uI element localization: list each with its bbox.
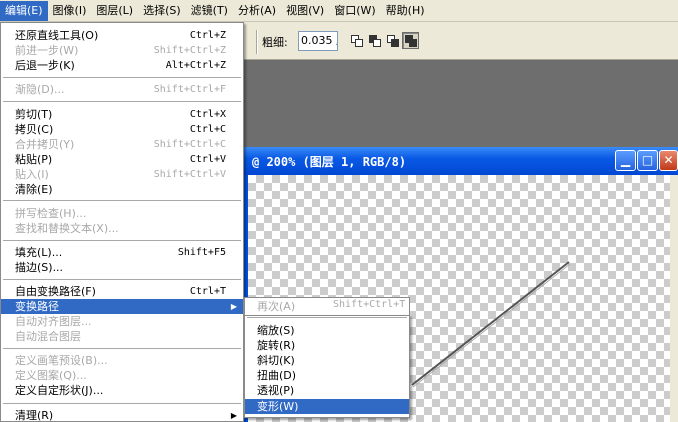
menu-item-fade[interactable]: 渐隐(D)... Shift+Ctrl+F [1,82,243,97]
menu-item-auto-align-layers[interactable]: 自动对齐图层... [1,314,243,329]
document-scrollbar[interactable] [670,175,678,422]
menu-item-step-backward[interactable]: 后退一步(K) Alt+Ctrl+Z [1,58,243,73]
menu-view[interactable]: 视图(V) [281,1,329,21]
menu-divider [247,317,407,319]
path-exclude-icon[interactable] [402,32,419,49]
edit-menu: 还原直线工具(O) Ctrl+Z 前进一步(W) Shift+Ctrl+Z 后退一步… [0,22,244,422]
menu-item-undo[interactable]: 还原直线工具(O) Ctrl+Z [1,28,243,43]
maximize-button[interactable]: □ [637,150,658,171]
menu-item-distort[interactable]: 扭曲(D) [245,368,409,383]
menu-item-rotate[interactable]: 旋转(R) [245,338,409,353]
menu-item-copy[interactable]: 拷贝(C) Ctrl+C [1,122,243,137]
menu-divider [3,403,241,405]
menu-item-define-pattern[interactable]: 定义图案(Q)... [1,368,243,383]
menu-item-stroke[interactable]: 描边(S)... [1,260,243,275]
path-subtract-icon[interactable] [366,32,383,49]
menu-analysis[interactable]: 分析(A) [233,1,281,21]
menu-item-scale[interactable]: 缩放(S) [245,323,409,338]
menu-divider [3,101,241,103]
menu-item-cut[interactable]: 剪切(T) Ctrl+X [1,107,243,122]
menu-help[interactable]: 帮助(H) [381,1,430,21]
menu-item-copy-merged[interactable]: 合并拷贝(Y) Shift+Ctrl+C [1,137,243,152]
path-intersect-icon[interactable] [384,32,401,49]
menu-item-free-transform-path[interactable]: 自由变换路径(F) Ctrl+T [1,284,243,299]
weight-label: 粗细: [262,36,288,49]
menu-divider [3,279,241,281]
menu-item-skew[interactable]: 斜切(K) [245,353,409,368]
menu-divider [3,77,241,79]
document-title-bar[interactable]: @ 200% (图层 1, RGB/8) ▁ □ ✕ [244,147,678,175]
menu-item-clear[interactable]: 清除(E) [1,182,243,197]
menu-select[interactable]: 选择(S) [138,1,186,21]
menu-filter[interactable]: 滤镜(T) [186,1,233,21]
menu-item-step-forward[interactable]: 前进一步(W) Shift+Ctrl+Z [1,43,243,58]
menu-item-paste[interactable]: 粘贴(P) Ctrl+V [1,152,243,167]
menu-item-define-custom-shape[interactable]: 定义自定形状(J)... [1,383,243,398]
menu-bar: 编辑(E) 图像(I) 图层(L) 选择(S) 滤镜(T) 分析(A) 视图(V… [0,0,678,22]
submenu-arrow-icon: ▶ [230,411,237,420]
menu-divider [3,200,241,202]
document-title: @ 200% (图层 1, RGB/8) [252,155,407,169]
transform-again-shortcut: Shift+Ctrl+T [333,299,406,310]
menu-edit[interactable]: 编辑(E) [0,0,48,21]
path-add-icon[interactable] [348,32,365,49]
menu-divider [3,348,241,350]
menu-divider [3,240,241,242]
transform-path-submenu: 缩放(S) 旋转(R) 斜切(K) 扭曲(D) 透视(P) 变形(W) [244,315,410,418]
options-separator [256,30,258,54]
menu-item-fill[interactable]: 填充(L)... Shift+F5 [1,245,243,260]
menu-item-perspective[interactable]: 透视(P) [245,383,409,398]
menu-item-spell-check[interactable]: 拼写检查(H)... [1,206,243,221]
menu-item-warp[interactable]: 变形(W) [245,399,409,414]
minimize-button[interactable]: ▁ [615,150,636,171]
menu-item-purge[interactable]: 清理(R) ▶ [1,408,243,422]
menu-image[interactable]: 图像(I) [48,1,92,21]
menu-layer[interactable]: 图层(L) [91,1,138,21]
menu-item-define-brush[interactable]: 定义画笔预设(B)... [1,353,243,368]
submenu-arrow-icon: ▶ [230,302,237,311]
weight-input[interactable]: 0.035 厘 [298,31,338,51]
menu-item-transform-path[interactable]: 变换路径 ▶ [1,299,243,314]
menu-item-find-replace[interactable]: 查找和替换文本(X)... [1,221,243,236]
close-button[interactable]: ✕ [659,150,678,171]
menu-item-paste-into[interactable]: 贴入(I) Shift+Ctrl+V [1,167,243,182]
menu-window[interactable]: 窗口(W) [329,1,380,21]
menu-item-auto-blend-layers[interactable]: 自动混合图层 [1,329,243,344]
